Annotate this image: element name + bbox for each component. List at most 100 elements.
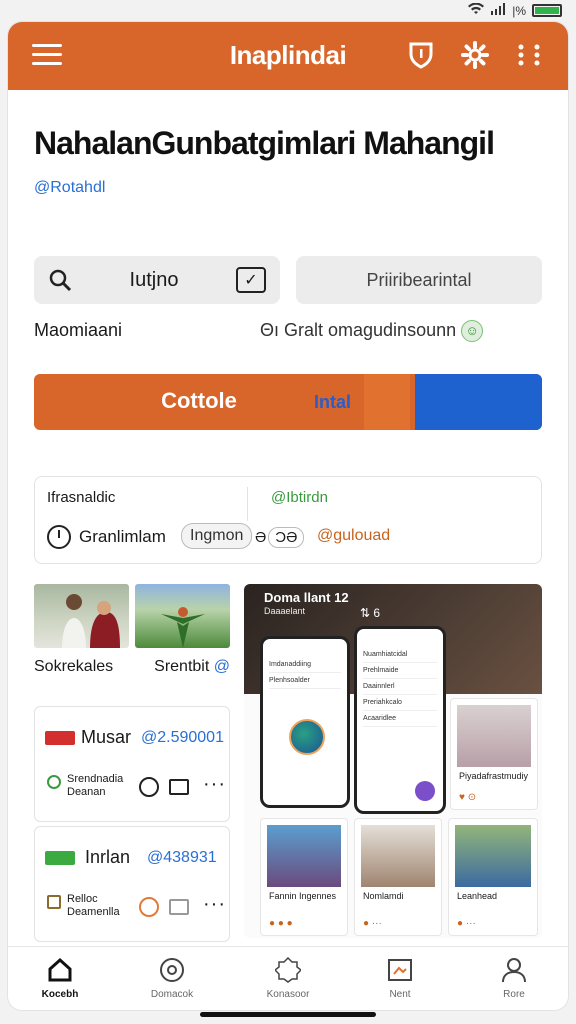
caption-2: Srentbit @ <box>154 658 230 682</box>
image-icon <box>388 959 412 981</box>
thumbnail-card[interactable]: Fannin Ingennes ● ● ● <box>260 818 348 936</box>
filter-pill[interactable]: Priiribearintal <box>296 256 542 304</box>
info-card: Ifrasnaldic @Ibtirdn Granlimlam Ingmon Ə… <box>34 476 542 564</box>
globe-icon <box>289 719 325 755</box>
nav-item-4[interactable]: Nent <box>360 957 440 1000</box>
layout-icon[interactable] <box>169 899 189 915</box>
list-item: Imdanaddiing <box>269 657 341 673</box>
thumbnail-image <box>267 825 341 887</box>
thumbnail-card[interactable]: Leanhead ● ··· <box>448 818 538 936</box>
app-preview-gallery: Doma llant 12 Daaaelant ⇅ 6 Imdanaddiing… <box>244 584 542 938</box>
status-bar: |% <box>0 0 576 22</box>
shield-icon[interactable] <box>406 40 436 70</box>
photo-captions: Sokrekales Srentbit @ <box>34 658 230 682</box>
emoji-icon[interactable] <box>139 777 159 797</box>
card-detail-1: Srendnadia <box>67 773 124 785</box>
card-name: Musar <box>81 727 132 747</box>
thumbnail-image <box>457 705 531 767</box>
card-number[interactable]: @2.590001 <box>141 729 224 747</box>
meta-right: Θı Gralt omagudinsounn ☺ <box>260 320 484 343</box>
meta-right-text: Θı Gralt omagudinsounn <box>260 320 457 340</box>
nav-home[interactable]: Kocebh <box>20 957 100 1000</box>
thumbnail-image <box>455 825 531 887</box>
profile-icon <box>502 958 526 983</box>
progress-bar[interactable]: Cottole Intal <box>34 374 542 430</box>
caption-2-text: Srentbit <box>154 658 210 675</box>
signal-text: |% <box>512 3 526 18</box>
clock-icon <box>47 525 71 549</box>
info-label-c: Granlimlam <box>79 527 166 546</box>
folder-icon[interactable] <box>169 779 189 795</box>
flag-icon <box>45 731 75 745</box>
info-label-e[interactable]: @gulouad <box>317 527 390 545</box>
photo-garden[interactable] <box>135 584 230 648</box>
list-item: Acaaridlee <box>363 711 437 727</box>
caption-2-at: @ <box>213 658 230 675</box>
divider <box>247 487 248 521</box>
left-column: Sokrekales Srentbit @ Musar @2.590001 Sr… <box>34 584 230 942</box>
nav-item-2[interactable]: Domacok <box>132 957 212 1000</box>
progress-segment <box>364 374 410 430</box>
info-label-a: Ifrasnaldic <box>47 489 116 506</box>
info-d2[interactable]: ϽƏ <box>268 527 305 548</box>
controls-row: Iutjno ✓ Priiribearintal <box>34 256 542 304</box>
card-detail-1: Relloc <box>67 893 98 905</box>
list-card[interactable]: Inrlan @438931 Relloc Deamenlla ··· <box>34 826 230 942</box>
list-card[interactable]: Musar @2.590001 Srendnadia Deanan ··· <box>34 706 230 822</box>
thumbnail-title: Fannin Ingennes <box>269 891 337 901</box>
thumbnail-title: Piyadafrastmudiy <box>459 771 529 781</box>
nav-label: Nent <box>389 989 411 1000</box>
more-options-icon[interactable]: ··· <box>203 893 226 916</box>
gallery-title-text: Doma llant <box>264 590 331 605</box>
nav-label: Konasoor <box>266 989 310 1000</box>
action-badge-icon[interactable] <box>415 781 435 801</box>
info-d1: Ə <box>255 529 267 546</box>
phone-preview-1[interactable]: Imdanaddiing Plenhsoalder <box>260 636 350 808</box>
nav-label: Domacok <box>150 989 194 1000</box>
thumbnail-card[interactable]: Piyadafrastmudiy ♥ ⊙ <box>450 698 538 810</box>
smiley-icon: ☺ <box>461 320 484 343</box>
settings-gear-icon[interactable] <box>460 40 490 70</box>
app-frame: Inaplindai NahalanGunbatgimlari Mahangil… <box>8 22 568 1010</box>
search-box[interactable]: Iutjno ✓ <box>34 256 280 304</box>
page-handle[interactable]: @Rotahdl <box>34 179 105 196</box>
battery-icon <box>532 4 562 17</box>
home-indicator[interactable] <box>200 1012 376 1017</box>
refresh-icon[interactable] <box>139 897 159 917</box>
more-grid-icon[interactable] <box>514 40 544 70</box>
phone-preview-2[interactable]: Nuamhiatcidal Prehlmaide Daainnlerl Prer… <box>354 626 446 814</box>
search-input[interactable]: Iutjno <box>72 269 236 292</box>
photo-row <box>34 584 230 648</box>
list-item: Daainnlerl <box>363 679 437 695</box>
flag-icon <box>45 851 75 865</box>
nav-item-5[interactable]: Rore <box>474 957 554 1000</box>
thumbnail-actions: ● ··· <box>457 918 476 929</box>
photo-couple[interactable] <box>34 584 129 648</box>
thumbnail-actions: ♥ ⊙ <box>459 792 477 803</box>
circle-icon <box>160 958 184 982</box>
card-detail-2: Deanan <box>67 786 106 798</box>
info-tag[interactable]: Ingmon <box>181 523 253 549</box>
signal-icon <box>490 3 506 18</box>
phone-list: Imdanaddiing Plenhsoalder <box>263 639 347 689</box>
checkbox-icon[interactable]: ✓ <box>236 267 266 293</box>
info-label-b[interactable]: @Ibtirdn <box>271 489 328 506</box>
meta-row: Maomiaani Θı Gralt omagudinsounn ☺ <box>34 320 542 346</box>
thumbnail-actions: ● ··· <box>363 918 382 929</box>
card-detail-2: Deamenlla <box>67 906 120 918</box>
thumbnail-image <box>361 825 435 887</box>
check-circle-icon <box>47 775 61 789</box>
card-number[interactable]: @438931 <box>147 849 217 867</box>
meta-left: Maomiaani <box>34 320 123 340</box>
progress-fill <box>415 374 542 430</box>
nav-item-3[interactable]: Konasoor <box>248 957 328 1000</box>
badge-icon <box>275 957 301 983</box>
thumbnail-card[interactable]: Nomlamdi ● ··· <box>354 818 442 936</box>
thumbnail-actions: ● ● ● <box>269 918 293 929</box>
gallery-number: 12 <box>334 590 349 605</box>
wifi-icon <box>468 2 485 18</box>
status-icons: |% <box>468 2 562 18</box>
more-options-icon[interactable]: ··· <box>203 773 226 796</box>
caption-1: Sokrekales <box>34 658 114 675</box>
thumbnail-title: Leanhead <box>457 891 498 901</box>
